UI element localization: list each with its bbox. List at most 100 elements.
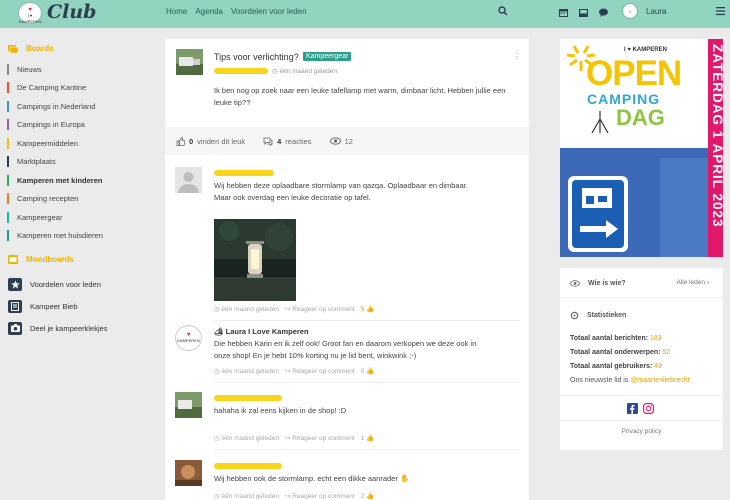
hamburger-menu-icon[interactable]: [716, 6, 725, 16]
sidebar-board-item[interactable]: Kamperen met huisdieren: [0, 227, 150, 246]
post-title[interactable]: Tips voor verlichting?: [214, 52, 299, 62]
user-avatar[interactable]: ♥: [622, 3, 638, 19]
post-stats-bar: 0 vinden dit leuk 4 reacties 12: [165, 127, 529, 155]
search-icon[interactable]: [498, 6, 508, 16]
reply-text: Die hebben Karin en ik zelf ook! Groot f…: [214, 339, 477, 360]
sidebar-board-item[interactable]: Campings in Nederland: [0, 97, 150, 116]
community-widget: Wie is wie? Alle leden › Statistieken To…: [560, 268, 723, 450]
sidebar-board-item[interactable]: Campings in Europa: [0, 116, 150, 135]
reply-button[interactable]: ↪ Reageer op comment: [285, 434, 355, 442]
newest-member: Ons nieuwste lid is @maartenliebrecht: [570, 377, 690, 384]
sidebar-board-item[interactable]: Kampeergear: [0, 208, 150, 227]
reply-button[interactable]: ↪ Reageer op comment: [285, 367, 355, 375]
moodboard-kampeer-bieb[interactable]: Kampeer Bieb: [0, 295, 150, 317]
reply-likes[interactable]: 5 👍: [361, 305, 375, 313]
post-time: ◷ één maand geleden: [272, 68, 337, 75]
reply-meta: ◷ één maand geleden ↪ Reageer op comment…: [214, 367, 374, 375]
newest-member-link[interactable]: @maartenliebrecht: [630, 377, 689, 384]
sidebar: Boards Nieuws De Camping Kantine Campings …: [0, 40, 150, 339]
book-icon: [8, 299, 22, 313]
hand-icon: ✋: [399, 474, 410, 483]
nav-voordelen[interactable]: Voordelen voor leden: [231, 7, 307, 16]
promo-road-sign: [560, 148, 708, 257]
reply-meta: ◷ één maand geleden ↪ Reageer op comment…: [214, 305, 374, 313]
post-options-icon[interactable]: ⋮: [513, 52, 521, 61]
all-members-link[interactable]: Alle leden ›: [676, 279, 709, 286]
sidebar-board-item[interactable]: Nieuws: [0, 60, 150, 79]
thumbs-up-icon: [176, 136, 185, 146]
redacted-author: [214, 463, 282, 469]
sidebar-board-item[interactable]: De Camping Kantine: [0, 79, 150, 98]
comments-icon: [263, 137, 273, 146]
settings-icon: [570, 311, 579, 319]
reply-likes[interactable]: 0 👍: [361, 367, 375, 375]
lamp-photo[interactable]: [214, 219, 296, 301]
sidebar-board-item[interactable]: Camping recepten: [0, 190, 150, 209]
board-label: Kampeergear: [17, 212, 63, 222]
star-icon: [8, 277, 22, 291]
stat-topics: Totaal aantal onderwerpen: 52: [570, 349, 671, 356]
boards-list: Nieuws De Camping Kantine Campings in Nede…: [0, 60, 150, 245]
board-label: Camping recepten: [17, 194, 79, 204]
sidebar-board-item[interactable]: Kampeermiddelen: [0, 134, 150, 153]
redacted-author: [214, 170, 274, 176]
statistics-heading: Statistieken: [560, 304, 626, 326]
user-name[interactable]: Laura: [646, 7, 666, 16]
open-camping-dag-banner[interactable]: I ♥ KAMPEREN OPEN CAMPING DAG ZATERDAG 1…: [560, 39, 723, 257]
reply-avatar[interactable]: [175, 460, 202, 486]
board-label: Nieuws: [17, 64, 42, 74]
reply-text: Wij hebben deze oplaadbare stormlamp van…: [214, 181, 468, 202]
site-logo-text[interactable]: Club: [47, 1, 96, 23]
board-color-marker: [7, 63, 9, 75]
like-stat[interactable]: 0 vinden dit leuk: [176, 137, 245, 146]
board-color-marker: [7, 174, 9, 186]
site-logo-badge[interactable]: ♥ I ♥ KAMPEREN: [18, 2, 42, 24]
reply-avatar-ilovekamperen[interactable]: ♥ KAMPEREN: [175, 325, 202, 351]
thread-panel: Tips voor verlichting? Kampeergear ⋮ ◷ é…: [165, 39, 529, 500]
moodboard-voordelen[interactable]: Voordelen voor leden: [0, 273, 150, 295]
chat-icon[interactable]: [598, 7, 609, 18]
post-author-avatar[interactable]: [176, 49, 203, 75]
sidebar-board-item[interactable]: Kamperen met kinderen: [0, 171, 150, 190]
privacy-policy-link[interactable]: Privacy policy: [560, 428, 723, 435]
reply-item: Wij hebben deze oplaadbare stormlamp van…: [175, 167, 520, 321]
sky-background: [660, 158, 708, 257]
sidebar-board-item[interactable]: Marktplaats: [0, 153, 150, 172]
board-color-marker: [7, 193, 9, 205]
reply-button[interactable]: ↪ Reageer op comment: [285, 492, 355, 500]
promo-dag: DAG: [616, 105, 665, 130]
instagram-icon[interactable]: [643, 403, 654, 414]
top-nav: Home Agenda Voordelen voor leden: [166, 7, 307, 16]
replies-stat[interactable]: 4 reacties: [263, 137, 312, 146]
board-color-marker: [7, 211, 9, 223]
category-tag[interactable]: Kampeergear: [303, 52, 352, 61]
board-color-marker: [7, 230, 9, 242]
reply-author[interactable]: 🏕 Laura I Love Kamperen: [214, 327, 309, 336]
board-color-marker: [7, 100, 9, 112]
moodboard-kampeerklekjes[interactable]: Deel je kampeerklekjes: [0, 317, 150, 339]
nav-home[interactable]: Home: [166, 7, 187, 16]
original-post: Tips voor verlichting? Kampeergear ⋮ ◷ é…: [165, 39, 529, 155]
reply-time: ◷ één maand geleden: [214, 368, 279, 375]
board-color-marker: [7, 156, 9, 168]
reply-avatar-placeholder[interactable]: [175, 167, 202, 193]
reply-likes[interactable]: 2 👍: [361, 492, 375, 500]
reply-time: ◷ één maand geleden: [214, 493, 279, 500]
promo-date: ZATERDAG 1 APRIL 2023: [710, 44, 723, 228]
reply-divider: [214, 320, 520, 321]
nav-agenda[interactable]: Agenda: [195, 7, 223, 16]
board-color-marker: [7, 137, 9, 149]
reply-avatar[interactable]: [175, 392, 202, 418]
board-label: Marktplaats: [17, 157, 56, 167]
reply-button[interactable]: ↪ Reageer op comment: [285, 305, 355, 313]
board-label: Campings in Europa: [17, 120, 85, 130]
reply-text: hahaha ik zal eens kijken in de shop! :D: [214, 406, 347, 415]
calendar-icon[interactable]: [558, 7, 569, 18]
reply-likes[interactable]: 1 👍: [361, 434, 375, 442]
widget-divider: [560, 420, 723, 421]
reply-item: ♥ KAMPEREN 🏕 Laura I Love Kamperen Die he…: [175, 325, 520, 385]
board-label: Kamperen met kinderen: [17, 175, 103, 185]
inbox-icon[interactable]: [578, 7, 589, 18]
moodboards-icon: [8, 254, 18, 264]
facebook-icon[interactable]: [627, 403, 638, 414]
